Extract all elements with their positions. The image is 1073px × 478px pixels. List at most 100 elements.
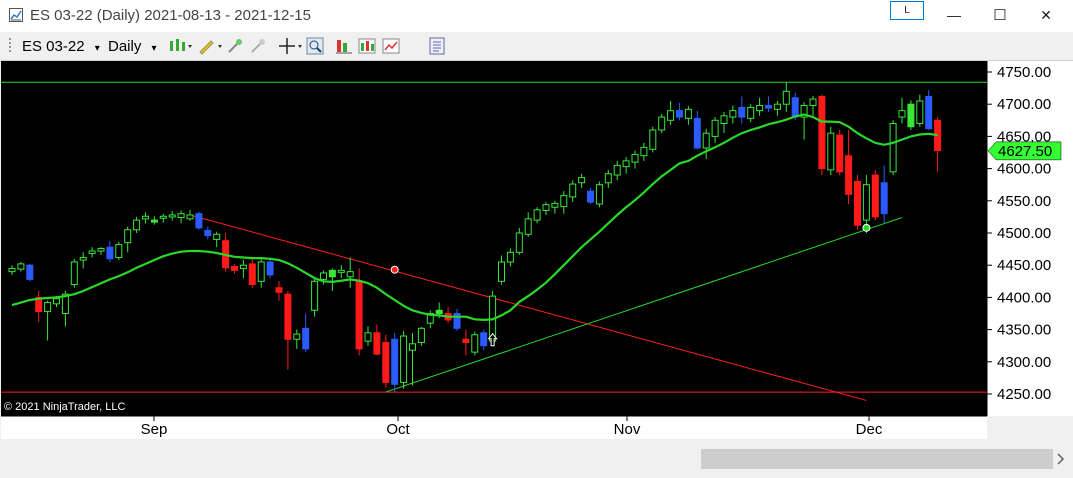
indicators-icon[interactable] [358, 37, 376, 55]
candle-body [337, 269, 345, 273]
candle-body [320, 272, 327, 280]
candle-body [738, 106, 746, 118]
chart-properties-icon[interactable] [382, 37, 400, 55]
candle-body [97, 247, 105, 252]
candle-body [818, 95, 826, 170]
candle-body [684, 108, 692, 119]
last-price-badge: 4627.50 [987, 141, 1062, 161]
candle-body [773, 103, 781, 110]
candle-body [364, 332, 372, 342]
candle-body [604, 173, 612, 184]
zoom-icon[interactable] [306, 37, 324, 55]
link-button-label: L [904, 5, 910, 16]
trendline-anchor-dot[interactable] [390, 265, 399, 274]
bar-style-icon[interactable] [168, 37, 192, 55]
candle-body [587, 190, 594, 203]
candle-body [284, 293, 292, 340]
maximize-button[interactable]: ☐ [977, 0, 1023, 30]
price-tick-label: 4750.00 [997, 64, 1051, 81]
candle-body [711, 119, 719, 137]
price-chart[interactable]: 4750.004700.004650.004600.004550.004500.… [0, 61, 1073, 473]
candle-body [809, 98, 817, 106]
candle-body [880, 182, 888, 215]
interval-selector[interactable]: Daily ▾ [108, 38, 157, 55]
instrument-label: ES 03-22 [22, 38, 85, 55]
copyright-text: © 2021 NinjaTrader, LLC [4, 401, 125, 413]
candle-body [480, 332, 488, 347]
candle-body [400, 335, 408, 383]
price-tick-label: 4700.00 [997, 96, 1051, 113]
time-tick-label: Oct [386, 421, 410, 438]
candle-body [676, 110, 683, 118]
link-button[interactable]: L [890, 1, 924, 20]
candle-body [79, 256, 87, 261]
candle-body [471, 334, 479, 353]
minimize-button[interactable]: — [931, 0, 977, 30]
strategy-icon[interactable] [335, 37, 353, 55]
minimize-icon: — [947, 7, 961, 23]
candle-body [560, 195, 568, 208]
candle-body [302, 327, 310, 350]
toolbar-grip-icon [9, 38, 11, 52]
candle-body [17, 263, 25, 270]
candle-body [506, 251, 514, 263]
candle-body [729, 110, 737, 118]
candle-body [70, 261, 78, 286]
chevron-down-icon: ▾ [151, 43, 157, 54]
window-title-bar: ES 03-22 (Daily) 2021-08-13 - 2021-12-15… [0, 0, 1073, 32]
candle-body [53, 298, 60, 305]
candle-body [595, 184, 603, 205]
candle-body [44, 302, 52, 313]
candle-body [257, 261, 265, 282]
candle-body [498, 261, 505, 282]
candle-body [159, 215, 167, 219]
candle-body [311, 280, 319, 311]
candle-body [649, 129, 657, 150]
data-box-icon[interactable] [428, 37, 446, 55]
candle-body [8, 267, 16, 273]
candle-body [569, 183, 577, 198]
chart-toolbar: ES 03-22 ▾ Daily ▾ [0, 32, 1073, 61]
candle-body [355, 280, 363, 350]
candle-body [204, 229, 212, 237]
candle-body [862, 184, 870, 221]
candle-body [409, 343, 416, 351]
candle-body [836, 134, 844, 173]
candle-body [747, 106, 755, 119]
candle-body [916, 100, 924, 125]
candle-body [854, 180, 861, 226]
candle-body [142, 215, 149, 220]
instrument-selector[interactable]: ES 03-22 ▾ [22, 38, 100, 55]
candle-body [871, 174, 879, 218]
close-icon: ✕ [1040, 6, 1052, 23]
candle-body [213, 233, 221, 240]
interval-label: Daily [108, 38, 142, 55]
price-tick-label: 4300.00 [997, 354, 1051, 371]
candle-body [640, 146, 648, 157]
pencil-icon[interactable] [249, 37, 267, 55]
candle-body [133, 219, 141, 231]
snap-icon[interactable] [226, 37, 244, 55]
candle-body [328, 269, 336, 278]
candle-body [782, 90, 790, 105]
price-tick-label: 4450.00 [997, 257, 1051, 274]
candle-body [578, 177, 586, 184]
candle-body [693, 117, 701, 149]
candle-body [417, 327, 425, 343]
price-tick-label: 4600.00 [997, 161, 1051, 178]
candle-body [907, 103, 915, 128]
drawing-tool-icon[interactable] [198, 37, 222, 55]
candle-body [551, 202, 559, 208]
close-button[interactable]: ✕ [1023, 0, 1069, 30]
chart-panel[interactable]: 4750.00 4700.00 4650.00 4600.00 4550.00 4500.… [0, 61, 1073, 473]
candle-body [168, 214, 176, 218]
price-tick-label: 4550.00 [997, 193, 1051, 210]
price-tick-label: 4250.00 [997, 386, 1051, 403]
scrollbar-thumb[interactable] [701, 449, 1053, 469]
crosshair-icon[interactable] [278, 37, 302, 55]
candle-body [889, 123, 897, 173]
candle-body [702, 132, 710, 149]
trendline-anchor-dot[interactable] [862, 223, 871, 232]
time-tick-label: Nov [614, 421, 641, 438]
candle-body [115, 244, 123, 258]
